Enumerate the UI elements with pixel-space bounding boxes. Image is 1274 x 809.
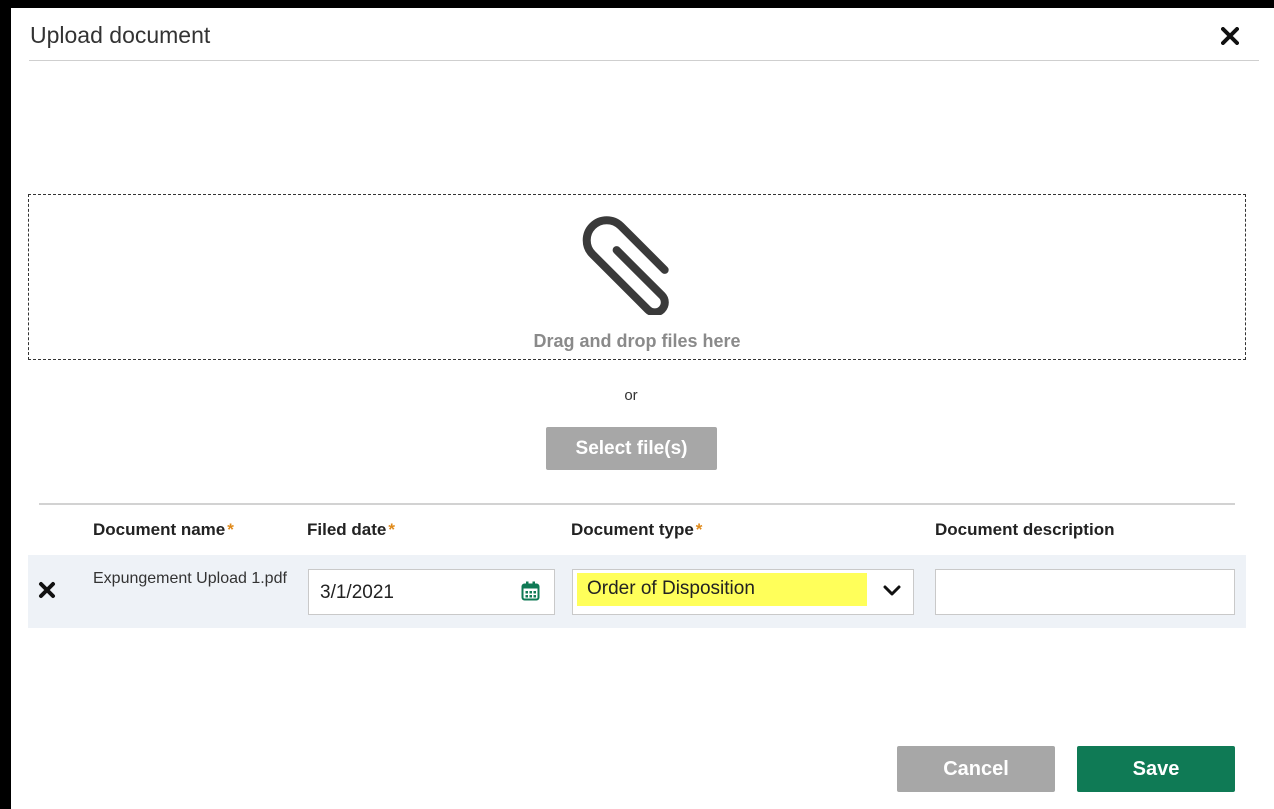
required-star: * <box>227 520 234 539</box>
paperclip-icon <box>582 216 669 315</box>
chevron-down-icon <box>883 585 901 596</box>
cancel-button[interactable]: Cancel <box>897 746 1055 792</box>
calendar-icon[interactable] <box>521 581 540 601</box>
close-icon <box>39 582 55 598</box>
column-header-document-type: Document type * <box>571 520 702 540</box>
document-type-value: Order of Disposition <box>577 573 867 606</box>
dialog-header: Upload document <box>29 18 1259 61</box>
file-dropzone[interactable]: Drag and drop files here <box>28 194 1246 360</box>
close-icon <box>1221 27 1239 45</box>
column-header-label: Filed date <box>307 520 387 539</box>
dialog-title: Upload document <box>30 22 211 48</box>
column-header-filed-date: Filed date * <box>307 520 395 540</box>
column-header-label: Document name <box>93 520 226 539</box>
document-name: Expungement Upload 1.pdf <box>93 570 287 587</box>
select-files-button[interactable]: Select file(s) <box>546 427 717 470</box>
dropzone-text: Drag and drop files here <box>533 331 741 351</box>
column-header-document-description: Document description <box>935 520 1114 540</box>
close-button[interactable] <box>1219 24 1241 48</box>
document-description-input[interactable] <box>935 569 1235 615</box>
filed-date-value: 3/1/2021 <box>320 582 394 603</box>
column-header-label: Document type <box>571 520 694 539</box>
table-divider <box>39 503 1235 505</box>
save-button[interactable]: Save <box>1077 746 1235 792</box>
document-type-select[interactable]: Order of Disposition <box>572 569 914 615</box>
column-header-document-name: Document name * <box>93 520 234 540</box>
column-header-label: Document description <box>935 520 1115 539</box>
upload-dialog: Upload document Drag and drop files here… <box>11 8 1274 809</box>
table-row: Expungement Upload 1.pdf 3/1/2021 Order … <box>28 555 1246 628</box>
required-star: * <box>695 520 703 539</box>
or-separator: or <box>624 387 638 404</box>
remove-file-button[interactable] <box>38 581 58 601</box>
filed-date-field[interactable]: 3/1/2021 <box>308 569 555 615</box>
required-star: * <box>388 520 395 539</box>
